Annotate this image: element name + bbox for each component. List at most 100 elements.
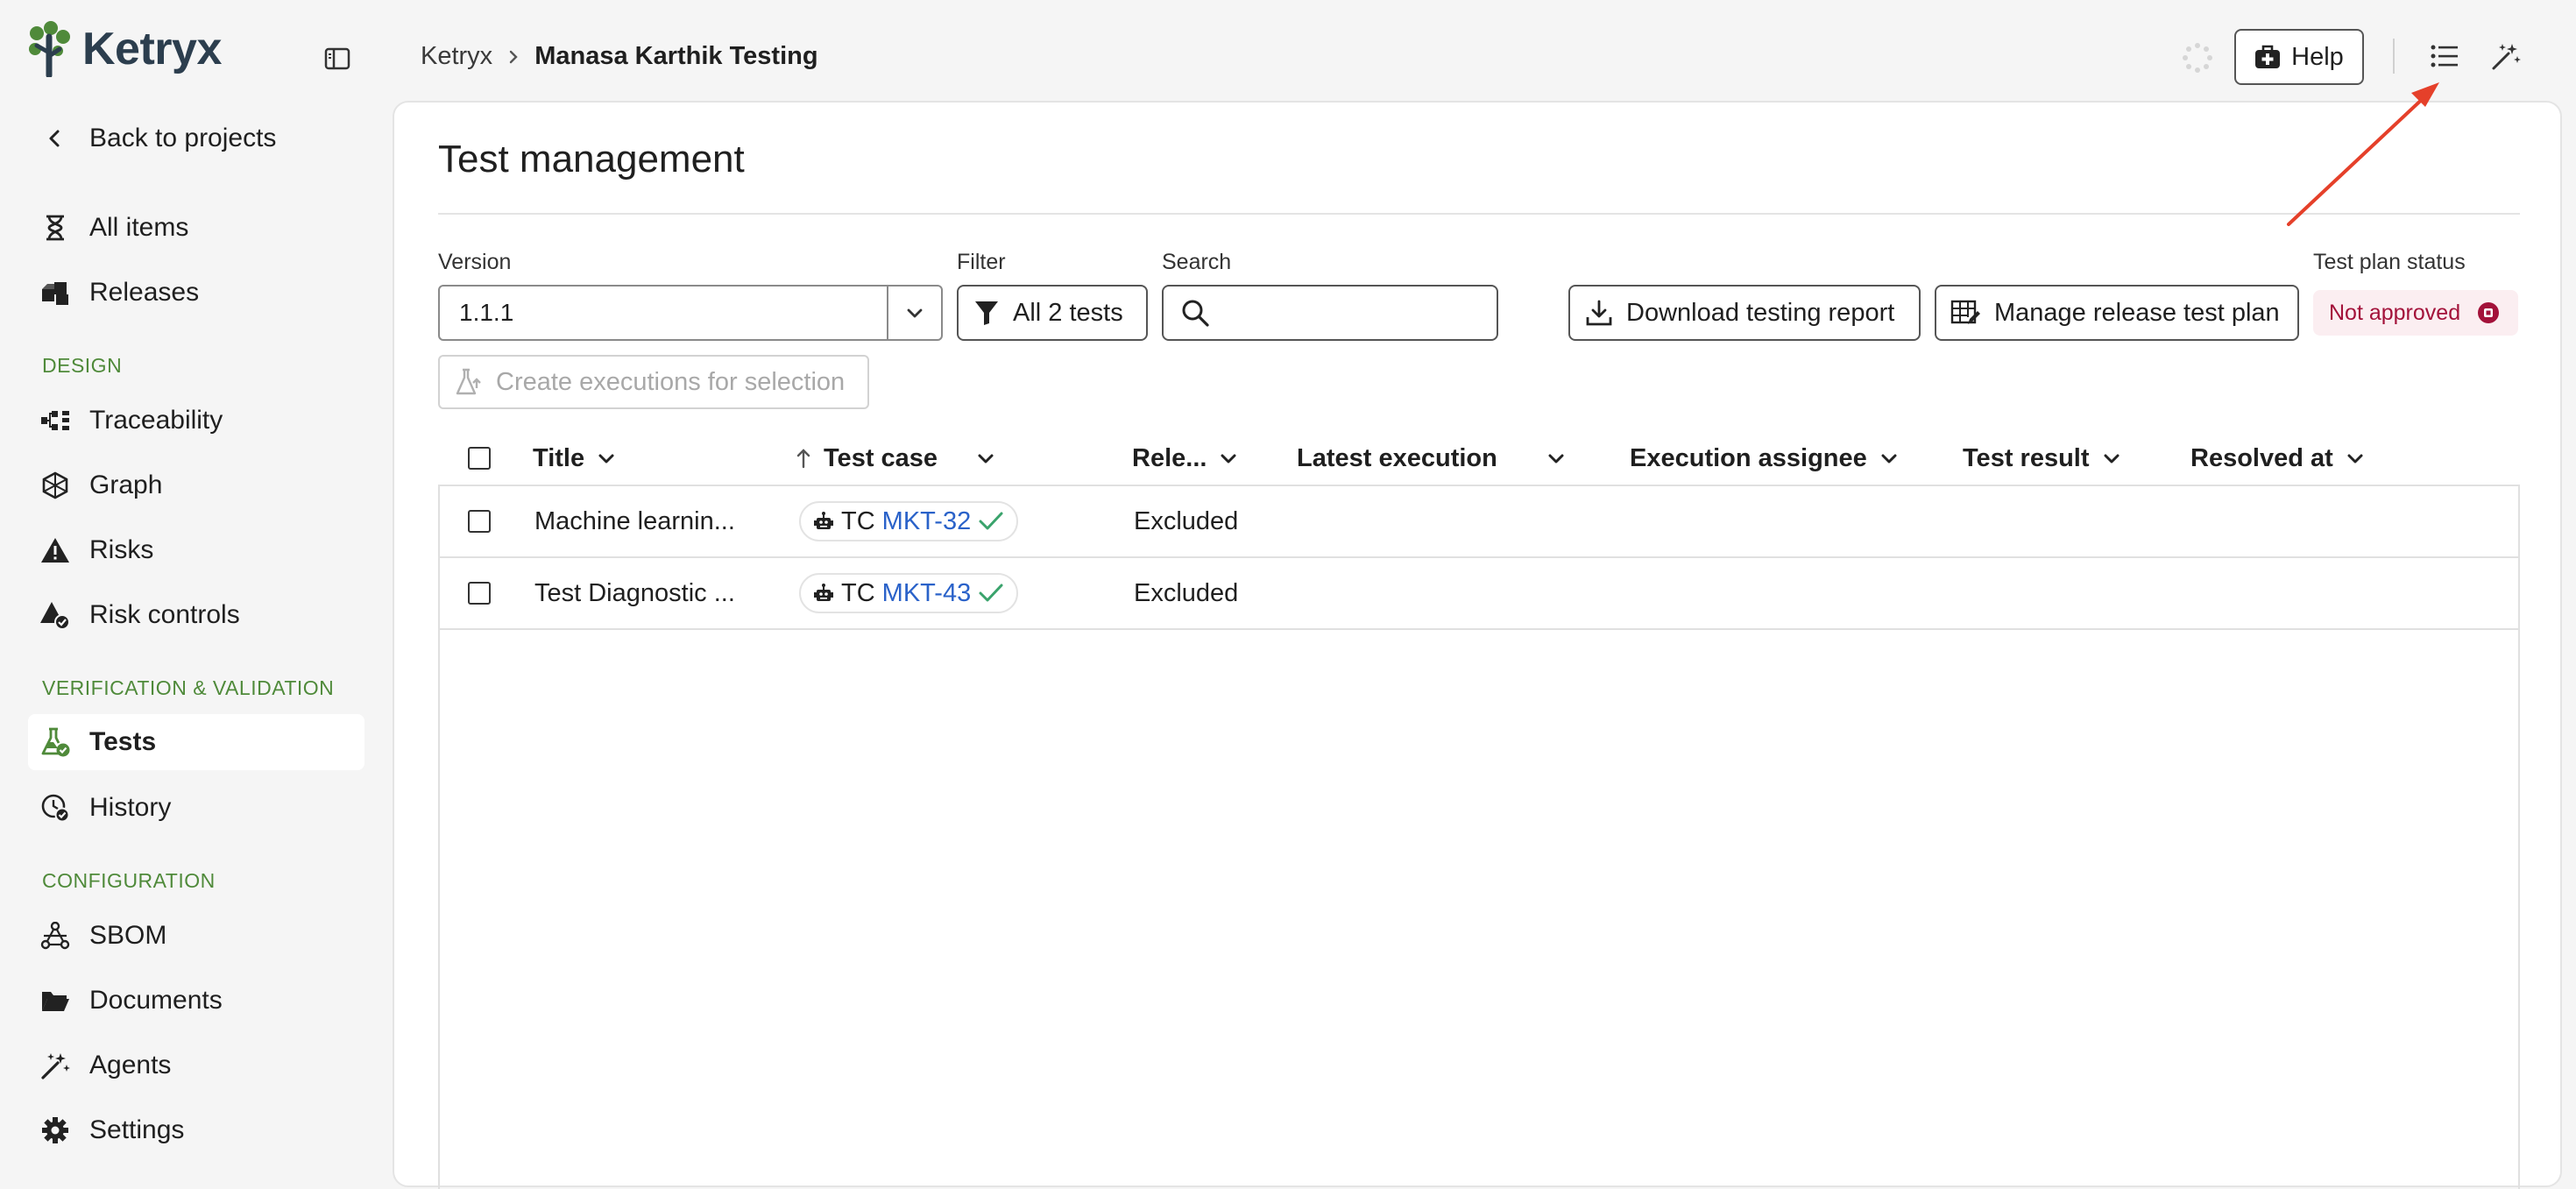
help-button-label: Help — [2291, 42, 2344, 71]
sidebar-item-graph[interactable]: Graph — [28, 457, 364, 513]
app-logo[interactable]: Ketryx — [26, 21, 222, 77]
test-case-prefix: TC — [841, 506, 875, 535]
row-release: Excluded — [1134, 578, 1239, 607]
traceability-icon — [40, 406, 70, 435]
sidebar-item-sbom[interactable]: SBOM — [28, 908, 364, 964]
activity-list-button[interactable] — [2429, 40, 2460, 72]
download-icon — [1586, 300, 1612, 326]
chevron-down-icon — [907, 308, 923, 318]
test-plan-status-label: Test plan status — [2313, 250, 2466, 274]
breadcrumb-root-link[interactable]: Ketryx — [421, 42, 492, 71]
table-row[interactable]: Machine learnin... TC MKT-32 Excluded — [440, 486, 2518, 558]
row-checkbox[interactable] — [468, 510, 491, 533]
breadcrumb: Ketryx Manasa Karthik Testing — [421, 42, 818, 71]
toolbar-divider — [2393, 39, 2395, 74]
ketryx-logo-icon — [29, 21, 70, 77]
sidebar-item-tests[interactable]: Tests — [28, 714, 364, 770]
back-to-projects-label: Back to projects — [89, 124, 277, 152]
create-executions-button[interactable]: Create executions for selection — [438, 355, 869, 409]
version-value[interactable]: 1.1.1 — [440, 287, 887, 339]
search-label: Search — [1162, 250, 1232, 274]
flask-check-icon — [40, 727, 70, 757]
list-icon — [2431, 45, 2458, 67]
tests-table-body: Machine learnin... TC MKT-32 Excluded Te… — [438, 485, 2520, 1189]
sidebar-item-agents[interactable]: Agents — [28, 1037, 364, 1093]
breadcrumb-current-project: Manasa Karthik Testing — [534, 42, 818, 70]
column-test-case-label: Test case — [824, 443, 938, 472]
sidebar-toggle-icon — [324, 47, 350, 70]
test-case-chip[interactable]: TC MKT-32 — [799, 501, 1019, 541]
column-header-test-case[interactable]: Test case — [796, 441, 995, 476]
filter-button[interactable]: All 2 tests — [957, 285, 1148, 341]
row-title[interactable]: Test Diagnostic ... — [534, 558, 735, 628]
chevron-down-icon — [978, 454, 994, 464]
sidebar-item-label: Risk controls — [89, 600, 240, 629]
chevron-down-icon — [1221, 454, 1236, 464]
chevron-left-icon — [40, 124, 70, 153]
test-case-chip[interactable]: TC MKT-43 — [799, 573, 1019, 613]
column-header-test-result[interactable]: Test result — [1963, 441, 2121, 476]
column-resolved-at-label: Resolved at — [2190, 443, 2333, 472]
chevron-down-icon — [1881, 454, 1897, 464]
manage-release-test-plan-button[interactable]: Manage release test plan — [1935, 285, 2299, 341]
version-label: Version — [438, 250, 512, 274]
column-header-resolved-at[interactable]: Resolved at — [2190, 441, 2365, 476]
sidebar-item-traceability[interactable]: Traceability — [28, 393, 364, 449]
sidebar-item-label: Traceability — [89, 406, 223, 435]
sidebar-collapse-button[interactable] — [322, 44, 352, 74]
back-to-projects-link[interactable]: Back to projects — [28, 110, 364, 166]
table-row[interactable]: Test Diagnostic ... TC MKT-43 Excluded — [440, 558, 2518, 630]
sidebar-item-all-items[interactable]: All items — [28, 200, 364, 256]
row-release: Excluded — [1134, 506, 1239, 535]
download-testing-report-button[interactable]: Download testing report — [1568, 285, 1921, 341]
test-case-link[interactable]: MKT-32 — [882, 507, 972, 536]
sidebar-item-label: History — [89, 793, 172, 822]
column-header-title[interactable]: Title — [533, 441, 616, 476]
main-panel: Test management Version 1.1.1 Filter All… — [393, 101, 2562, 1189]
status-badge: Not approved — [2313, 290, 2518, 336]
test-case-link[interactable]: MKT-43 — [882, 579, 972, 608]
sidebar-item-label: Settings — [89, 1115, 185, 1144]
graph-icon — [40, 471, 70, 500]
version-select[interactable]: 1.1.1 — [438, 285, 943, 341]
column-latest-execution-label: Latest execution — [1297, 443, 1497, 472]
row-title[interactable]: Machine learnin... — [534, 486, 735, 556]
gear-icon — [40, 1115, 70, 1145]
search-input[interactable] — [1162, 285, 1498, 341]
section-label-configuration: CONFIGURATION — [42, 869, 216, 892]
column-header-latest-execution[interactable]: Latest execution — [1297, 441, 1566, 476]
chevron-down-icon — [1548, 454, 1564, 464]
row-checkbox[interactable] — [468, 582, 491, 605]
help-button[interactable]: Help — [2234, 29, 2364, 85]
sidebar-item-label: Documents — [89, 986, 223, 1015]
chevron-down-icon — [2347, 454, 2363, 464]
sidebar-item-documents[interactable]: Documents — [28, 973, 364, 1029]
ai-assistant-button[interactable] — [2490, 40, 2522, 72]
column-header-execution-assignee[interactable]: Execution assignee — [1630, 441, 1899, 476]
sidebar-item-label: Agents — [89, 1051, 172, 1079]
folder-icon — [40, 986, 70, 1016]
sidebar-item-label: Graph — [89, 471, 163, 499]
first-aid-kit-icon — [2254, 44, 2281, 70]
check-icon — [979, 512, 1003, 530]
sidebar-item-releases[interactable]: Releases — [28, 265, 364, 321]
section-label-design: DESIGN — [42, 354, 123, 377]
sidebar-item-label: Tests — [89, 727, 157, 756]
filter-value: All 2 tests — [1013, 298, 1123, 327]
sidebar-item-risk-controls[interactable]: Risk controls — [28, 587, 364, 643]
version-dropdown-button[interactable] — [887, 287, 941, 339]
title-divider — [438, 213, 2520, 215]
column-header-release[interactable]: Rele... — [1132, 441, 1238, 476]
robot-icon — [814, 584, 833, 601]
sidebar-item-history[interactable]: History — [28, 780, 364, 836]
risk-control-icon — [40, 600, 70, 630]
select-all-checkbox[interactable] — [468, 441, 491, 476]
create-button-label: Create executions for selection — [496, 367, 846, 396]
check-icon — [979, 584, 1003, 602]
checkbox[interactable] — [468, 447, 491, 470]
magic-wand-icon — [2492, 44, 2521, 70]
page-title: Test management — [438, 138, 745, 180]
sidebar-item-settings[interactable]: Settings — [28, 1102, 364, 1158]
sidebar-item-risks[interactable]: Risks — [28, 522, 364, 578]
column-release-label: Rele... — [1132, 443, 1207, 472]
